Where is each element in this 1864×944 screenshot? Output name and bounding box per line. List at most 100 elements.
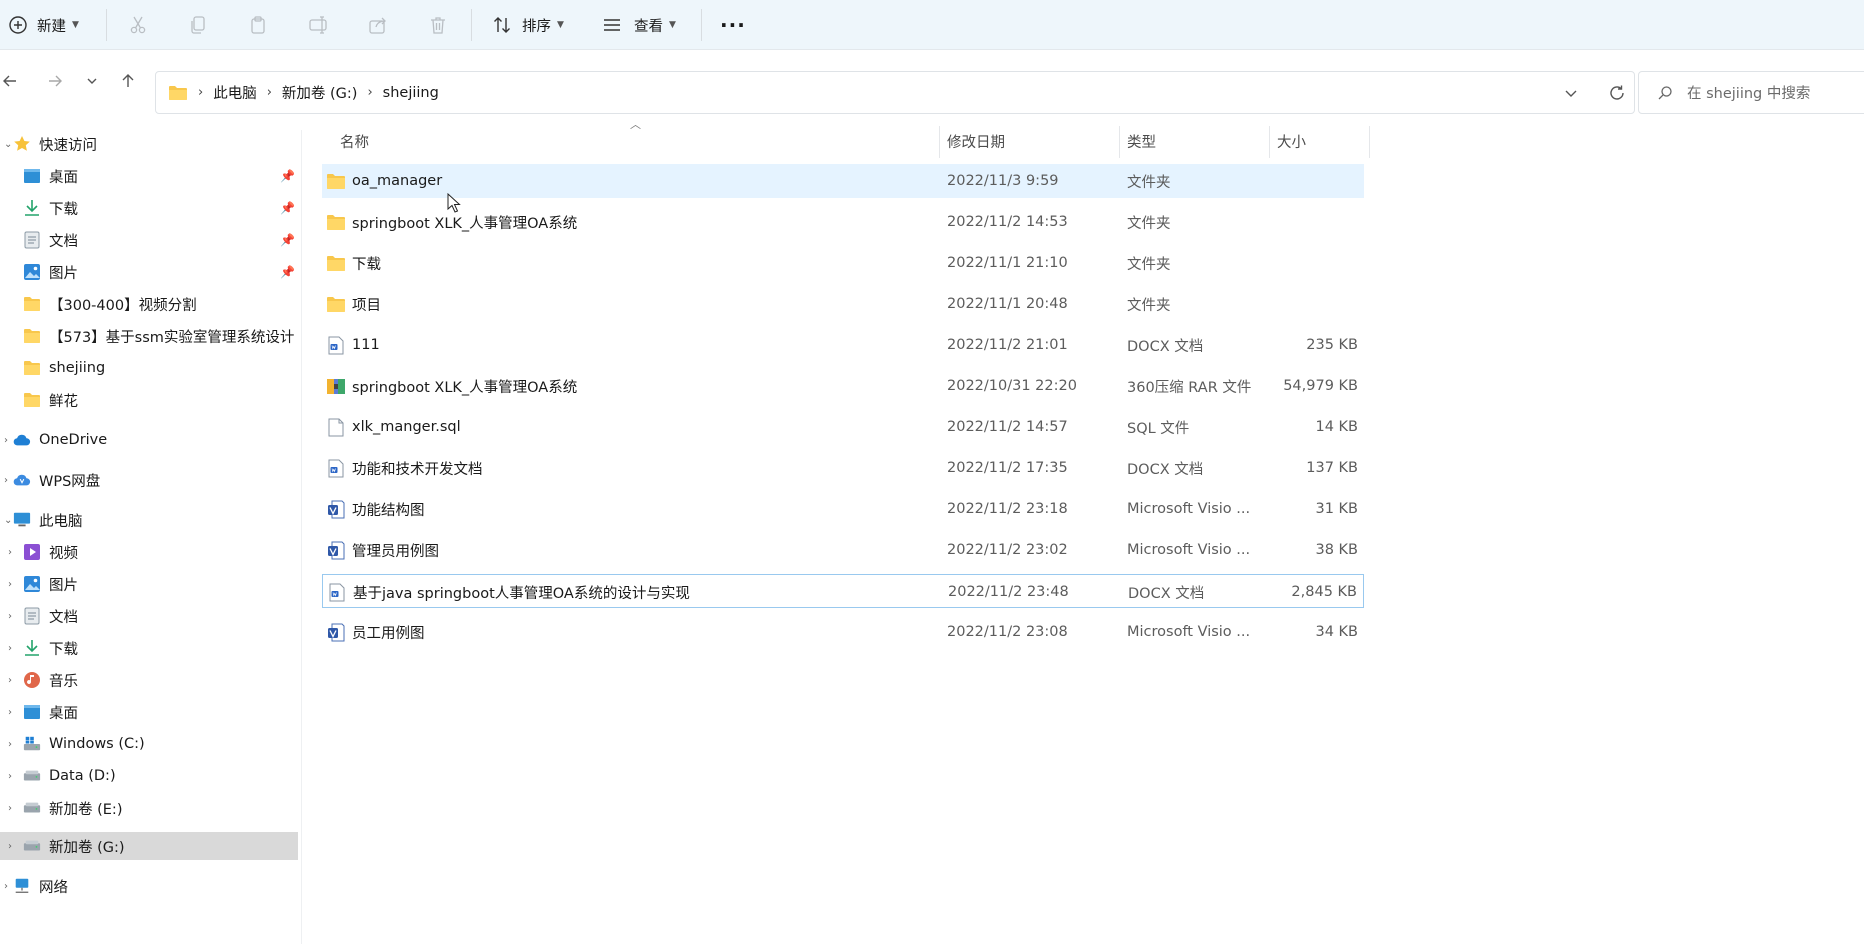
- file-type: SQL 文件: [1127, 420, 1190, 437]
- column-header-name[interactable]: 名称: [340, 120, 369, 162]
- sidebar-label: 桌面: [49, 169, 78, 186]
- sidebar-item-music[interactable]: › 音乐: [0, 666, 298, 694]
- view-button[interactable]: 查看 ▼: [602, 0, 676, 50]
- paste-button[interactable]: [248, 0, 268, 50]
- folder-icon: [23, 391, 41, 409]
- breadcrumb-shejiing[interactable]: shejiing: [383, 85, 439, 101]
- file-row[interactable]: springboot XLK_人事管理OA系统 2022/10/31 22:20 3…: [322, 369, 1364, 403]
- chevron-right-icon[interactable]: ›: [8, 643, 12, 654]
- file-row[interactable]: oa_manager 2022/11/3 9:59 文件夹: [322, 164, 1364, 198]
- cut-button[interactable]: [128, 0, 148, 50]
- file-name: oa_manager: [352, 173, 443, 189]
- file-type: DOCX 文档: [1127, 461, 1204, 478]
- rename-button[interactable]: [308, 0, 330, 50]
- breadcrumb-drive-g[interactable]: 新加卷 (G:): [282, 82, 358, 103]
- file-row[interactable]: 111 2022/11/2 21:01 DOCX 文档 235 KB: [322, 328, 1364, 362]
- chevron-right-icon[interactable]: ›: [4, 881, 8, 892]
- sidebar-item-documents[interactable]: 文档 📌: [0, 226, 298, 254]
- file-row[interactable]: 员工用例图 2022/11/2 23:08 Microsoft Visio ... 3…: [322, 615, 1364, 649]
- chevron-right-icon[interactable]: ›: [4, 475, 8, 486]
- copy-button[interactable]: [188, 0, 208, 50]
- sidebar-item-quick-access[interactable]: ⌄ 快速访问: [0, 130, 298, 158]
- sidebar-item-drive-c[interactable]: › Windows (C:): [0, 730, 298, 758]
- chevron-right-icon[interactable]: ›: [8, 547, 12, 558]
- chevron-right-icon[interactable]: ›: [4, 435, 8, 446]
- sidebar-item-folder-ssm[interactable]: 【573】基于ssm实验室管理系统设计: [0, 322, 298, 350]
- chevron-right-icon[interactable]: ›: [8, 841, 12, 852]
- file-row[interactable]: 项目 2022/11/1 20:48 文件夹: [322, 287, 1364, 321]
- folder-icon: [326, 213, 346, 231]
- pin-icon[interactable]: 📌: [280, 233, 295, 247]
- breadcrumb-this-pc[interactable]: 此电脑: [213, 82, 257, 103]
- chevron-right-icon[interactable]: ›: [8, 611, 12, 622]
- recent-locations-button[interactable]: [84, 65, 100, 97]
- column-header-size[interactable]: 大小: [1277, 120, 1306, 162]
- network-icon: [13, 877, 31, 895]
- sidebar-item-pc-desktop[interactable]: › 桌面: [0, 698, 298, 726]
- sort-button[interactable]: 排序 ▼: [492, 0, 564, 50]
- sidebar-item-drive-d[interactable]: › Data (D:): [0, 762, 298, 790]
- file-row[interactable]: 功能和技术开发文档 2022/11/2 17:35 DOCX 文档 137 KB: [322, 451, 1364, 485]
- address-history-chevron-icon[interactable]: [1564, 86, 1578, 100]
- clipboard-icon: [251, 16, 265, 34]
- file-row[interactable]: 功能结构图 2022/11/2 23:18 Microsoft Visio ... 3…: [322, 492, 1364, 526]
- sidebar-item-desktop[interactable]: 桌面 📌: [0, 162, 298, 190]
- chevron-right-icon[interactable]: ›: [8, 675, 12, 686]
- column-header-label: 大小: [1277, 134, 1306, 151]
- pin-icon[interactable]: 📌: [280, 201, 295, 215]
- chevron-right-icon[interactable]: ›: [8, 707, 12, 718]
- file-row[interactable]: xlk_manger.sql 2022/11/2 14:57 SQL 文件 14 KB: [322, 410, 1364, 444]
- plus-circle-icon: [9, 16, 27, 34]
- sidebar-item-network[interactable]: › 网络: [0, 872, 298, 900]
- visio-icon: [326, 623, 346, 641]
- sidebar-item-drive-e[interactable]: › 新加卷 (E:): [0, 794, 298, 822]
- sidebar-item-drive-g[interactable]: › 新加卷 (G:): [0, 832, 298, 860]
- chevron-right-icon: ›: [198, 85, 204, 100]
- chevron-down-icon[interactable]: ⌄: [4, 515, 12, 526]
- chevron-down-icon: ▼: [557, 20, 564, 30]
- new-button[interactable]: 新建 ▼: [8, 0, 79, 50]
- file-type: 360压缩 RAR 文件: [1127, 379, 1252, 396]
- sidebar-item-this-pc[interactable]: ⌄ 此电脑: [0, 506, 298, 534]
- file-date: 2022/11/2 23:08: [947, 624, 1068, 640]
- delete-button[interactable]: [428, 0, 448, 50]
- pin-icon[interactable]: 📌: [280, 169, 295, 183]
- pin-icon[interactable]: 📌: [280, 265, 295, 279]
- column-header-date[interactable]: 修改日期: [947, 120, 1005, 162]
- file-row[interactable]: 管理员用例图 2022/11/2 23:02 Microsoft Visio ...…: [322, 533, 1364, 567]
- file-type: Microsoft Visio ...: [1127, 501, 1251, 517]
- sidebar-item-folder-video-split[interactable]: 【300-400】视频分割: [0, 290, 298, 318]
- sidebar-item-pc-documents[interactable]: › 文档: [0, 602, 298, 630]
- sidebar-item-downloads[interactable]: 下载 📌: [0, 194, 298, 222]
- sidebar-item-pictures[interactable]: 图片 📌: [0, 258, 298, 286]
- docx-icon: [326, 459, 346, 477]
- chevron-right-icon[interactable]: ›: [8, 771, 12, 782]
- up-button[interactable]: [118, 65, 138, 97]
- sidebar-item-folder-flowers[interactable]: 鲜花: [0, 386, 298, 414]
- sidebar-item-folder-shejiing[interactable]: shejiing: [0, 354, 298, 382]
- sidebar-label: Data (D:): [49, 768, 116, 784]
- computer-icon: [13, 511, 31, 529]
- forward-button[interactable]: [44, 65, 66, 97]
- chevron-right-icon[interactable]: ›: [8, 579, 12, 590]
- column-header-type[interactable]: 类型: [1127, 120, 1156, 162]
- chevron-right-icon[interactable]: ›: [8, 803, 12, 814]
- sidebar-item-pc-pictures[interactable]: › 图片: [0, 570, 298, 598]
- address-bar[interactable]: › 此电脑 › 新加卷 (G:) › shejiing: [155, 71, 1635, 114]
- refresh-icon[interactable]: [1608, 84, 1626, 102]
- file-row[interactable]: springboot XLK_人事管理OA系统 2022/11/2 14:53 文件…: [322, 205, 1364, 239]
- sidebar-item-pc-downloads[interactable]: › 下载: [0, 634, 298, 662]
- file-row[interactable]: 基于java springboot人事管理OA系统的设计与实现 2022/11/2…: [322, 574, 1364, 608]
- chevron-down-icon: [87, 78, 97, 84]
- file-row[interactable]: 下载 2022/11/1 21:10 文件夹: [322, 246, 1364, 280]
- chevron-right-icon[interactable]: ›: [8, 739, 12, 750]
- search-box[interactable]: 在 shejiing 中搜索: [1638, 71, 1864, 114]
- sidebar-item-wps[interactable]: › WPS网盘: [0, 466, 298, 494]
- sidebar-item-onedrive[interactable]: › OneDrive: [0, 426, 298, 454]
- sidebar-label: 视频: [49, 545, 78, 562]
- more-options-button[interactable]: ···: [720, 0, 746, 50]
- share-button[interactable]: [368, 0, 388, 50]
- back-button[interactable]: [0, 65, 20, 97]
- chevron-down-icon[interactable]: ⌄: [4, 139, 12, 150]
- sidebar-item-videos[interactable]: › 视频: [0, 538, 298, 566]
